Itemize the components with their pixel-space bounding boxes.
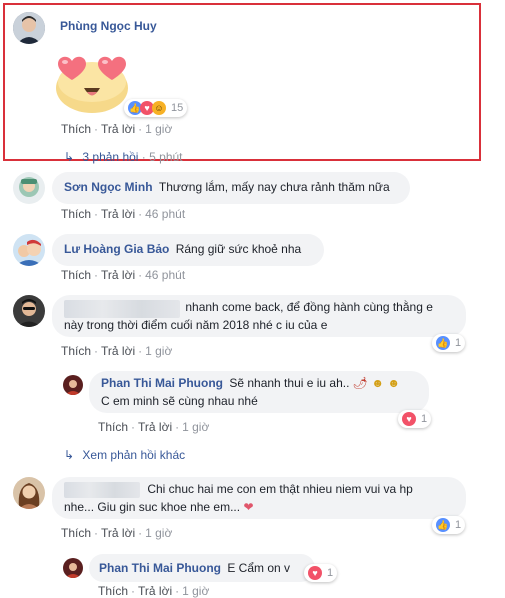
more-replies-link[interactable]: ↳ Xem phản hồi khác <box>64 448 185 462</box>
comment-bubble: nhanh come back, để đồng hành cùng thằng… <box>52 295 466 337</box>
like-link[interactable]: Thích <box>61 207 91 221</box>
love-reaction-icon: ♥ <box>402 412 416 426</box>
comment-actions: Thích · Trả lời · 46 phút <box>61 207 186 221</box>
comment-actions: Thích · Trả lời · 1 giờ <box>61 122 173 136</box>
reply-text-line1: Sẽ nhanh thui e iu ah.. <box>229 376 350 390</box>
comment-bubble: Sơn Ngọc Minh Thương lắm, mấy nay chưa r… <box>52 172 410 204</box>
reply-actions: Thích · Trả lời · 1 giờ <box>98 420 210 434</box>
avatar[interactable] <box>13 12 45 44</box>
haha-reaction-icon: ☺ <box>152 101 166 115</box>
reply-link[interactable]: Trả lời <box>101 344 135 358</box>
user-photo-icon <box>13 12 45 44</box>
avatar[interactable] <box>13 234 45 266</box>
redacted-name <box>64 482 140 498</box>
timestamp[interactable]: 46 phút <box>145 268 185 282</box>
user-photo-icon <box>13 172 45 204</box>
emoji-icon: ☻ <box>387 376 400 390</box>
timestamp[interactable]: 46 phút <box>145 207 185 221</box>
avatar[interactable] <box>63 375 83 395</box>
reply-text-line2: C em minh sẽ cùng nhau nhé <box>101 394 258 408</box>
reply-link[interactable]: Trả lời <box>101 526 135 540</box>
reply-text: E Cẩm on v <box>227 561 291 575</box>
comment-text-line1: nhanh come back, để đồng hành cùng thằng… <box>185 300 433 314</box>
like-link[interactable]: Thích <box>61 344 91 358</box>
like-reaction-icon: 👍 <box>436 336 450 350</box>
reply-arrow-icon: ↳ <box>64 150 75 164</box>
like-link[interactable]: Thích <box>61 526 91 540</box>
like-link[interactable]: Thích <box>61 122 91 136</box>
comment-text: Thương lắm, mấy nay chưa rảnh thăm nữa <box>158 180 390 194</box>
avatar[interactable] <box>63 558 83 578</box>
timestamp[interactable]: 1 giờ <box>182 420 209 434</box>
reaction-summary[interactable]: ♥ 1 <box>304 564 338 582</box>
comment-actions: Thích · Trả lời · 1 giờ <box>61 526 173 540</box>
reply-arrow-icon: ↳ <box>64 448 75 462</box>
avatar[interactable] <box>13 477 45 509</box>
reply-link[interactable]: Trả lời <box>101 122 135 136</box>
like-reaction-icon: 👍 <box>436 518 450 532</box>
user-photo-icon <box>63 558 83 578</box>
avatar[interactable] <box>13 172 45 204</box>
comment-bubble: Chi chuc hai me con em thật nhieu niem v… <box>52 477 466 519</box>
emoji-icon: ☻ <box>371 376 384 390</box>
reaction-count: 1 <box>421 413 428 425</box>
like-link[interactable]: Thích <box>98 584 128 598</box>
timestamp[interactable]: 1 giờ <box>145 344 172 358</box>
user-photo-icon <box>13 295 45 327</box>
comment-text: Ráng giữ sức khoẻ nha <box>175 242 302 256</box>
view-replies-link[interactable]: ↳ 3 phản hồi · 5 phút <box>64 150 183 164</box>
reaction-summary[interactable]: 👍 1 <box>432 334 466 352</box>
comment-text-line1: Chi chuc hai me con em thật nhieu niem v… <box>147 482 413 496</box>
reaction-summary[interactable]: 👍 ♥ ☺ 15 <box>124 99 188 117</box>
reply-link[interactable]: Trả lời <box>101 268 135 282</box>
reaction-summary[interactable]: ♥ 1 <box>398 410 432 428</box>
timestamp[interactable]: 1 giờ <box>145 122 172 136</box>
timestamp[interactable]: 1 giờ <box>182 584 209 598</box>
reaction-count: 1 <box>455 337 462 349</box>
reply-link[interactable]: Trả lời <box>138 420 172 434</box>
comment-bubble: Lư Hoàng Gia Bảo Ráng giữ sức khoẻ nha <box>52 234 324 266</box>
timestamp[interactable]: 1 giờ <box>145 526 172 540</box>
like-link[interactable]: Thích <box>61 268 91 282</box>
emoji-icon: 🌶 <box>352 376 369 390</box>
comment-actions: Thích · Trả lời · 1 giờ <box>61 344 173 358</box>
commenter-name[interactable]: Lư Hoàng Gia Bảo <box>64 242 169 256</box>
comment-text-line2: này trong thời điểm cuối năm 2018 nhé c … <box>64 318 328 332</box>
reaction-count: 1 <box>327 567 334 579</box>
reply-link[interactable]: Trả lời <box>101 207 135 221</box>
commenter-name[interactable]: Phan Thi Mai Phuong <box>99 561 221 575</box>
heart-eyes-sticker <box>50 52 134 114</box>
user-photo-icon <box>13 234 45 266</box>
commenter-name[interactable]: Phùng Ngọc Huy <box>60 19 157 33</box>
user-photo-icon <box>13 477 45 509</box>
like-link[interactable]: Thích <box>98 420 128 434</box>
commenter-name[interactable]: Phan Thi Mai Phuong <box>101 376 223 390</box>
avatar[interactable] <box>13 295 45 327</box>
comment-text-line2: nhe... Giu gin suc khoe nhe em... <box>64 500 241 514</box>
reply-bubble: Phan Thi Mai Phuong E Cẩm on v <box>89 554 315 582</box>
reaction-summary[interactable]: 👍 1 <box>432 516 466 534</box>
comment-actions: Thích · Trả lời · 46 phút <box>61 268 186 282</box>
redacted-name <box>64 300 180 318</box>
user-photo-icon <box>63 375 83 395</box>
reaction-count: 1 <box>455 519 462 531</box>
reaction-count: 15 <box>171 102 184 114</box>
reply-link[interactable]: Trả lời <box>138 584 172 598</box>
love-reaction-icon: ♥ <box>308 566 322 580</box>
reply-actions: Thích · Trả lời · 1 giờ <box>98 584 210 598</box>
reply-bubble: Phan Thi Mai Phuong Sẽ nhanh thui e iu a… <box>89 371 429 413</box>
replies-timestamp: 5 phút <box>149 150 183 164</box>
heart-emoji-icon: ❤ <box>243 500 254 514</box>
commenter-name[interactable]: Sơn Ngọc Minh <box>64 180 153 194</box>
